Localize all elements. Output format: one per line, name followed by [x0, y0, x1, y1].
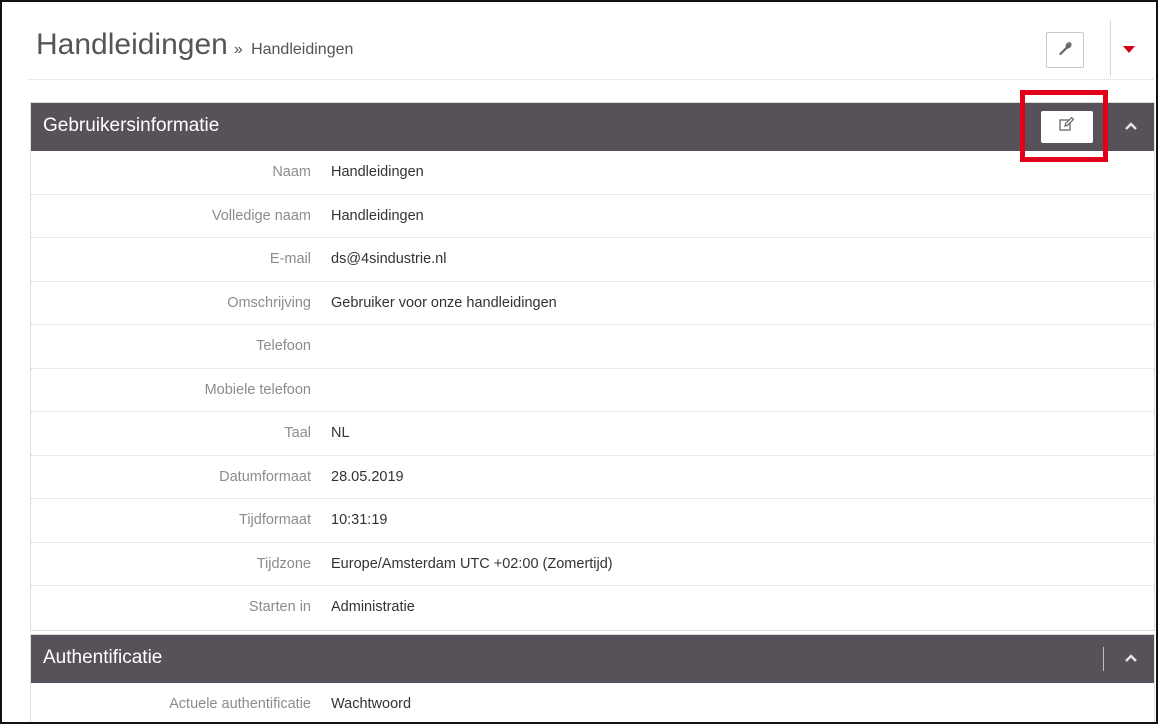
info-row-telefoon: Telefoon: [31, 325, 1154, 369]
field-value: Handleidingen: [331, 207, 424, 224]
field-label: Tijdzone: [256, 555, 311, 572]
panel-header-divider: [1103, 647, 1104, 671]
field-value: Administratie: [331, 599, 415, 615]
app-frame: Handleidingen » Handleidingen Gebruikersi…: [0, 0, 1158, 724]
user-info-rows: Naam Handleidingen Volledige naam Handle…: [31, 151, 1154, 630]
chevron-up-icon: [1124, 118, 1138, 136]
wrench-icon: [1057, 40, 1073, 61]
info-row-omschrijving: Omschrijving Gebruiker voor onze handlei…: [31, 282, 1154, 325]
info-row-tijdformaat: Tijdformaat 10:31:19: [31, 499, 1154, 543]
user-info-panel: Gebruikersinformatie Naam Handleidingen …: [30, 102, 1155, 631]
info-row-tijdzone: Tijdzone Europe/Amsterdam UTC +02:00 (Zo…: [31, 543, 1154, 586]
caret-down-icon[interactable]: [1123, 46, 1135, 53]
field-value: Gebruiker voor onze handleidingen: [331, 294, 557, 311]
collapse-auth-button[interactable]: [1119, 647, 1143, 671]
settings-button[interactable]: [1046, 32, 1084, 68]
field-label: Starten in: [248, 599, 311, 615]
auth-row-actuele-authentificatie: Actuele authentificatie Wachtwoord: [31, 683, 1154, 722]
field-value: Wachtwoord: [331, 696, 412, 712]
info-row-volledige-naam: Volledige naam Handleidingen: [31, 195, 1154, 238]
field-label: Actuele authentificatie: [169, 696, 311, 712]
field-value: 28.05.2019: [331, 468, 404, 485]
auth-panel-title: Authentificatie: [43, 647, 163, 668]
page-title-text: Handleidingen: [36, 28, 228, 61]
field-value: Europe/Amsterdam UTC +02:00 (Zomertijd): [331, 555, 613, 572]
page-title: Handleidingen » Handleidingen: [36, 28, 353, 62]
breadcrumb[interactable]: Handleidingen: [251, 41, 353, 58]
breadcrumb-separator: »: [233, 41, 243, 58]
chevron-up-icon: [1124, 650, 1138, 668]
field-label: E-mail: [269, 251, 311, 267]
header-divider: [1110, 20, 1111, 76]
field-label: Mobiele telefoon: [204, 381, 311, 398]
info-row-datumformaat: Datumformaat 28.05.2019: [31, 456, 1154, 499]
field-value: Handleidingen: [331, 164, 424, 180]
info-row-mobiele-telefoon: Mobiele telefoon: [31, 369, 1154, 412]
info-row-email: E-mail ds@4sindustrie.nl: [31, 238, 1154, 282]
info-row-starten-in: Starten in Administratie: [31, 586, 1154, 630]
edit-button[interactable]: [1041, 111, 1093, 143]
panel-header-divider: [1103, 115, 1104, 139]
field-value: ds@4sindustrie.nl: [331, 251, 447, 267]
field-label: Naam: [272, 164, 311, 180]
collapse-user-info-button[interactable]: [1119, 115, 1143, 139]
field-label: Volledige naam: [211, 207, 311, 224]
field-label: Taal: [284, 425, 311, 441]
info-row-naam: Naam Handleidingen: [31, 151, 1154, 195]
auth-panel-header: Authentificatie: [31, 635, 1154, 683]
field-label: Omschrijving: [227, 294, 311, 311]
field-label: Tijdformaat: [239, 512, 311, 528]
user-info-panel-header: Gebruikersinformatie: [31, 103, 1154, 151]
field-label: Datumformaat: [219, 468, 311, 485]
info-row-taal: Taal NL: [31, 412, 1154, 456]
user-info-panel-title: Gebruikersinformatie: [43, 115, 220, 136]
field-value: NL: [331, 425, 350, 441]
edit-icon: [1059, 116, 1075, 137]
field-label: Telefoon: [256, 338, 311, 354]
field-value: 10:31:19: [331, 512, 388, 528]
auth-panel: Authentificatie Actuele authentificatie …: [30, 634, 1155, 722]
page-header: Handleidingen » Handleidingen: [28, 12, 1153, 80]
